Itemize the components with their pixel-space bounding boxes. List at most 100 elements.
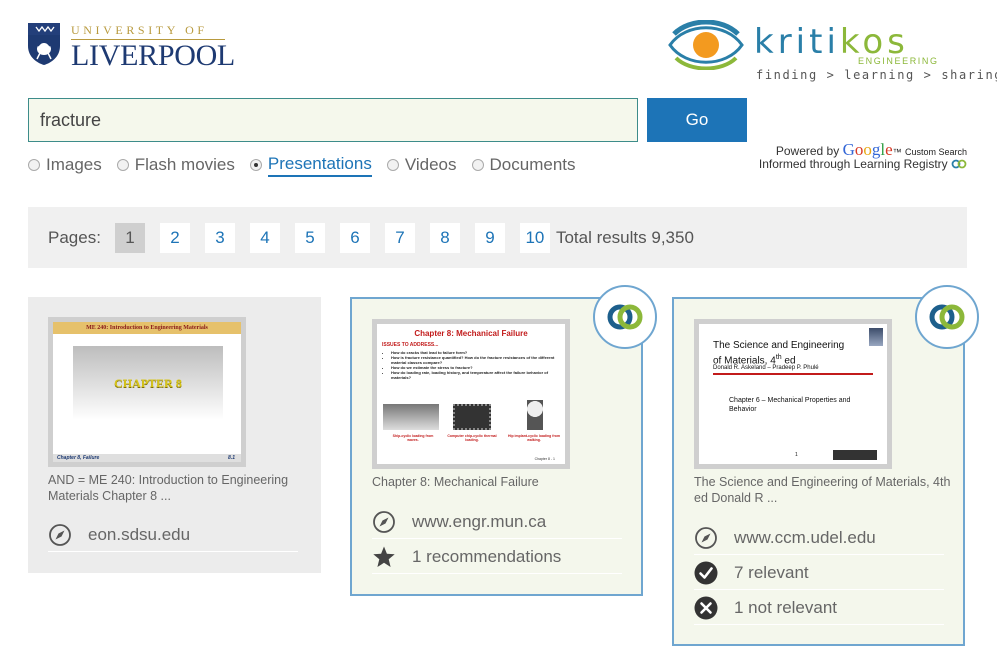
site-url: www.ccm.udel.edu (734, 527, 876, 547)
trademark-mark: ™ (892, 147, 902, 157)
radio-button[interactable] (116, 159, 129, 171)
result-title[interactable]: AND = ME 240: Introduction to Engineerin… (48, 472, 306, 504)
learning-registry-badge (915, 285, 979, 349)
type-label: Images (46, 155, 102, 174)
thumb-bullet: How do loading rate, loading history, an… (391, 370, 559, 380)
thumb-image-ship (383, 404, 439, 430)
radio-button-selected[interactable] (249, 159, 262, 171)
result-relevant-row[interactable]: 7 relevant (694, 556, 944, 590)
custom-search-label: Custom Search (904, 147, 967, 157)
thumb-page-label: Chapter 8 - 1 (534, 457, 555, 461)
result-recommendations-row[interactable]: 1 recommendations (372, 540, 622, 574)
thumb-image-chip (453, 404, 491, 430)
thumb-footer-right: 8.1 (228, 455, 235, 461)
thumb-author-photo (869, 328, 883, 346)
site-url: eon.sdsu.edu (88, 524, 191, 544)
media-type-selector: Images Flash movies Presentations Videos… (28, 152, 591, 178)
thumb-gradient-box: CHAPTER 8 (73, 346, 223, 420)
type-label: Documents (489, 155, 576, 174)
result-site-row[interactable]: www.ccm.udel.edu (694, 521, 944, 555)
result-title[interactable]: The Science and Engineering of Materials… (694, 474, 952, 506)
go-button[interactable]: Go (647, 98, 747, 142)
result-thumbnail[interactable]: ME 240: Introduction to Engineering Mate… (48, 317, 246, 467)
compass-icon (49, 523, 71, 546)
type-label: Presentations (267, 154, 372, 177)
powered-by-label: Powered by (775, 144, 840, 158)
pagination-bar: Pages: 1 2 3 4 5 6 7 8 9 10 Total result… (28, 207, 967, 268)
learning-registry-note: Informed through Learning Registry (740, 157, 967, 171)
page-4-button[interactable]: 4 (249, 222, 280, 253)
total-results: Total results 9,350 (555, 227, 694, 247)
compass-icon (695, 526, 717, 549)
compass-icon (373, 510, 395, 533)
site-url: www.engr.mun.ca (412, 511, 547, 531)
learning-registry-small-icon (951, 159, 967, 169)
result-card-recommended: The Science and Engineering of Materials… (672, 285, 979, 646)
thumb-caption: Computer chip-cyclic thermal loading. (447, 434, 497, 442)
type-images[interactable]: Images (28, 155, 102, 175)
thumb-authors: Donald R. Askeland – Pradeep P. Phulé (713, 365, 819, 371)
kritikos-logo[interactable]: kritikos ENGINEERING finding > learning … (668, 20, 997, 84)
result-site-row[interactable]: www.engr.mun.ca (372, 505, 622, 539)
result-not-relevant-row[interactable]: 1 not relevant (694, 591, 944, 625)
university-of-text: UNIVERSITY OF (71, 23, 208, 37)
learning-registry-icon (607, 304, 643, 330)
x-circle-icon (694, 596, 718, 619)
thumb-heading: Chapter 8: Mechanical Failure (414, 329, 528, 338)
type-flash-movies[interactable]: Flash movies (116, 155, 235, 175)
search-input[interactable] (28, 98, 638, 142)
learning-registry-icon (929, 304, 965, 330)
result-site-row[interactable]: eon.sdsu.edu (48, 518, 298, 552)
thumb-chapter: Chapter 6 – Mechanical Properties and Be… (729, 397, 851, 413)
kritikos-tagline: finding > learning > sharing (756, 68, 997, 82)
page-9-button[interactable]: 9 (474, 222, 505, 253)
result-thumbnail[interactable]: Chapter 8: Mechanical Failure ISSUES TO … (372, 319, 570, 469)
page-3-button[interactable]: 3 (204, 222, 235, 253)
star-icon (373, 546, 395, 567)
liverpool-shield-icon (28, 23, 60, 65)
pages-label: Pages: (48, 227, 101, 247)
thumb-subheading: ISSUES TO ADDRESS... (382, 342, 439, 348)
thumb-page-number: 1 (795, 452, 798, 458)
type-label: Videos (404, 155, 457, 174)
checkmark-circle-icon (694, 561, 718, 584)
thumb-bullets: How do cracks that lead to failure form?… (391, 350, 559, 380)
page-10-button[interactable]: 10 (519, 222, 550, 253)
university-of-liverpool-logo[interactable]: UNIVERSITY OF LIVERPOOL (27, 20, 235, 72)
page-7-button[interactable]: 7 (384, 222, 415, 253)
thumb-caption: Hip implant-cyclic loading from walking. (507, 434, 561, 442)
thumb-heading: The Science and Engineering of Materials… (713, 340, 883, 367)
type-presentations[interactable]: Presentations (249, 154, 372, 177)
result-title[interactable]: Chapter 8: Mechanical Failure (372, 474, 630, 490)
thumb-heading: ME 240: Introduction to Engineering Mate… (53, 322, 241, 334)
thumb-chapter-text: CHAPTER 8 (114, 375, 182, 390)
kritikos-eye-icon (668, 20, 744, 70)
type-videos[interactable]: Videos (386, 155, 457, 175)
not-relevant-count: 1 not relevant (734, 597, 838, 617)
thumb-caption: Ship-cyclic loading from waves. (392, 434, 434, 442)
relevant-count: 7 relevant (734, 562, 809, 582)
result-card-recommended: Chapter 8: Mechanical Failure ISSUES TO … (350, 285, 657, 596)
page-5-button[interactable]: 5 (294, 222, 325, 253)
result-card: ME 240: Introduction to Engineering Mate… (28, 297, 321, 573)
thumb-footer-left: Chapter 8, Failure (57, 455, 100, 461)
informed-label: Informed through Learning Registry (758, 157, 948, 171)
result-thumbnail[interactable]: The Science and Engineering of Materials… (694, 319, 892, 469)
thumb-image-hip (527, 400, 543, 430)
page-2-button[interactable]: 2 (159, 222, 190, 253)
thumb-nav-controls (833, 450, 877, 460)
thumb-heading-line1: The Science and Engineering (713, 340, 845, 351)
page-8-button[interactable]: 8 (429, 222, 460, 253)
recommendations-count: 1 recommendations (412, 546, 562, 566)
liverpool-text: LIVERPOOL (71, 39, 235, 72)
radio-button[interactable] (471, 159, 484, 171)
thumb-bullet: How is fracture resistance quantified? H… (391, 355, 559, 365)
type-documents[interactable]: Documents (471, 155, 576, 175)
type-label: Flash movies (134, 155, 235, 174)
kritikos-engineering-text: ENGINEERING (858, 56, 939, 66)
page-1-button[interactable]: 1 (114, 222, 145, 253)
page-6-button[interactable]: 6 (339, 222, 370, 253)
learning-registry-badge (593, 285, 657, 349)
radio-button[interactable] (386, 159, 399, 171)
radio-button[interactable] (28, 159, 40, 171)
